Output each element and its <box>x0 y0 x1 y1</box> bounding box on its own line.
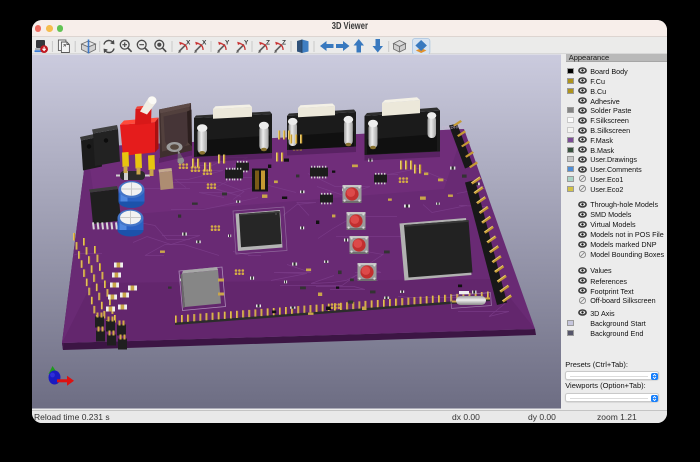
svg-text:X: X <box>186 39 191 46</box>
svg-text:Z: Z <box>282 39 286 46</box>
svg-text:Y: Y <box>225 39 230 46</box>
svg-text:Z: Z <box>266 39 270 46</box>
svg-text:X: X <box>202 39 207 46</box>
svg-text:Y: Y <box>244 39 249 46</box>
